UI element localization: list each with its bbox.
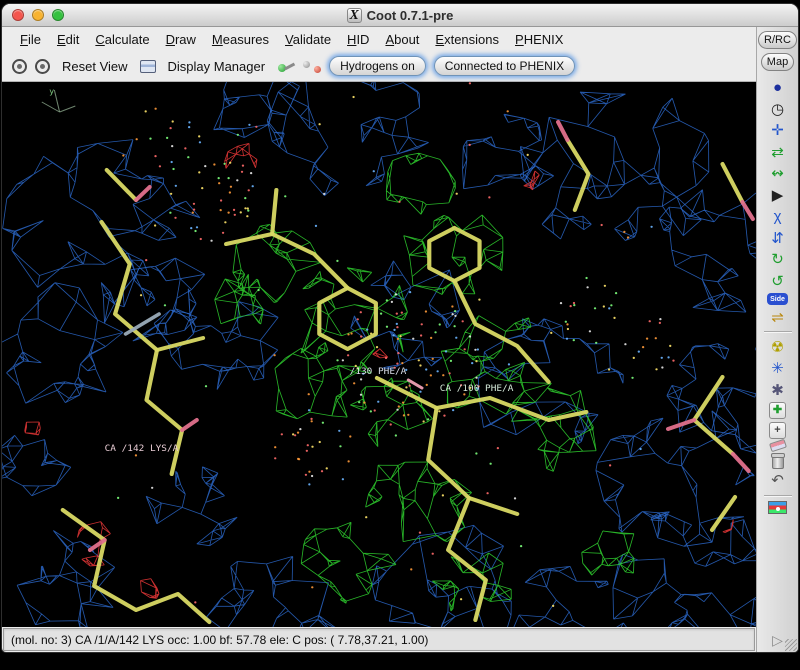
- x11-app-icon: X: [347, 8, 362, 23]
- main-toolbar: Reset View Display Manager Hydrogens on …: [2, 51, 756, 82]
- status-text: (mol. no: 3) CA /1/A/142 LYS occ: 1.00 b…: [11, 633, 428, 647]
- gl-canvas-svg[interactable]: y/130 PHE/A CA /100 PHE/A CA /142 LYS/A: [2, 82, 756, 627]
- spin-play-cell: ▷: [757, 628, 798, 652]
- window-title-text: Coot 0.7.1-pre: [367, 8, 454, 23]
- close-button[interactable]: [12, 9, 24, 21]
- window-title: X Coot 0.7.1-pre: [2, 8, 798, 23]
- menu-measures[interactable]: Measures: [204, 29, 277, 50]
- separator: [764, 331, 792, 333]
- svg-text:/130 PHE/A: /130 PHE/A: [350, 366, 407, 377]
- right-toolbar: ● ◷ ✛ ⇄ ↭ ▶ χ ⇵ ↻ ↺ Side ⇌ ☢ ✳ ✱ ✚ + ↶: [757, 78, 798, 628]
- add-alt-conf-icon[interactable]: ✱: [766, 381, 790, 400]
- minimize-button[interactable]: [32, 9, 44, 21]
- rotamer-icon[interactable]: ↻: [766, 250, 790, 269]
- side-chain-180-icon[interactable]: Side: [767, 293, 789, 305]
- place-atom-icon[interactable]: +: [769, 422, 786, 439]
- hydrogens-toggle-button[interactable]: Hydrogens on: [329, 56, 426, 76]
- move-atoms-icon[interactable]: ✛: [766, 121, 790, 140]
- play-icon[interactable]: ▷: [772, 632, 783, 649]
- phenix-connection-button[interactable]: Connected to PHENIX: [434, 56, 575, 76]
- clock-icon[interactable]: ◷: [766, 100, 790, 119]
- chi-angles-icon[interactable]: χ: [766, 207, 790, 226]
- menu-draw[interactable]: Draw: [158, 29, 204, 50]
- separator: [764, 495, 792, 497]
- statusbar: (mol. no: 3) CA /1/A/142 LYS occ: 1.00 b…: [3, 628, 755, 651]
- reset-view-button[interactable]: Reset View: [58, 57, 132, 76]
- svg-text:y: y: [49, 86, 54, 96]
- svg-text:CA /142 LYS/A: CA /142 LYS/A: [105, 443, 179, 454]
- auto-fit-rotamer-icon[interactable]: ↺: [766, 272, 790, 291]
- toolbar-circle-icon-1[interactable]: [12, 59, 27, 74]
- undo-icon[interactable]: ↶: [766, 471, 790, 490]
- svg-text:CA /100 PHE/A: CA /100 PHE/A: [440, 383, 514, 394]
- radiation-refine-icon[interactable]: ☢: [766, 338, 790, 357]
- sphere-icon[interactable]: ●: [766, 78, 790, 97]
- menu-extensions[interactable]: Extensions: [427, 29, 507, 50]
- flip-peptide-icon[interactable]: ⇵: [766, 229, 790, 248]
- jed-flip-icon[interactable]: ⇌: [766, 308, 790, 327]
- resize-grip[interactable]: [785, 639, 797, 651]
- ball-and-stick-icon[interactable]: [277, 59, 295, 73]
- menu-hid[interactable]: HID: [339, 29, 377, 50]
- menu-file[interactable]: File: [12, 29, 49, 50]
- menu-edit[interactable]: Edit: [49, 29, 87, 50]
- map-button[interactable]: Map: [761, 53, 794, 71]
- rotate-translate-icon[interactable]: ⇄: [766, 143, 790, 162]
- add-residue-icon[interactable]: ✚: [769, 402, 786, 419]
- flag-icon[interactable]: [768, 501, 787, 514]
- eraser-icon[interactable]: [769, 439, 787, 453]
- titlebar[interactable]: X Coot 0.7.1-pre: [2, 4, 798, 27]
- toolbar-circle-icon-2[interactable]: [35, 59, 50, 74]
- menu-about[interactable]: About: [377, 29, 427, 50]
- gl-canvas[interactable]: y/130 PHE/A CA /100 PHE/A CA /142 LYS/A: [2, 82, 756, 627]
- torsion-edit-icon[interactable]: ↭: [766, 164, 790, 183]
- window-controls: [12, 9, 64, 21]
- display-manager-icon: [140, 60, 156, 73]
- rrc-button[interactable]: R/RC: [758, 31, 797, 49]
- real-space-refine-icon[interactable]: ▶: [766, 186, 790, 205]
- display-manager-button[interactable]: Display Manager: [164, 57, 270, 76]
- menu-validate[interactable]: Validate: [277, 29, 339, 50]
- app-window: X Coot 0.7.1-pre FileEditCalculateDrawMe…: [1, 3, 799, 653]
- delete-item-icon[interactable]: [772, 456, 784, 469]
- zoom-button[interactable]: [52, 9, 64, 21]
- bond-atoms-icon[interactable]: [303, 59, 321, 73]
- menu-phenix[interactable]: PHENIX: [507, 29, 571, 50]
- right-panel: R/RC Map ● ◷ ✛ ⇄ ↭ ▶ χ ⇵ ↻ ↺ Side ⇌ ☢ ✳ ✱ ✚ + ↶ ▷: [756, 27, 798, 652]
- menu-calculate[interactable]: Calculate: [87, 29, 157, 50]
- menubar: FileEditCalculateDrawMeasuresValidateHID…: [2, 27, 756, 51]
- mutate-icon[interactable]: ✳: [766, 359, 790, 378]
